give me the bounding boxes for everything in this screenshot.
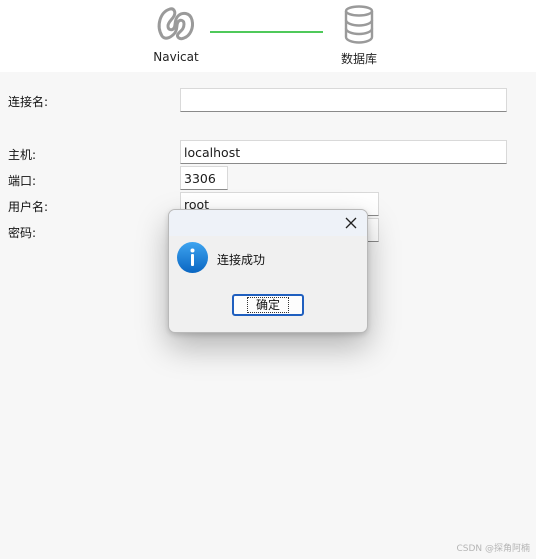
host-input[interactable] <box>180 140 507 164</box>
username-label: 用户名: <box>8 200 49 214</box>
connection-success-dialog: 连接成功 确定 <box>168 209 368 333</box>
password-label: 密码: <box>8 226 37 240</box>
navicat-node: Navicat <box>140 4 212 64</box>
navicat-label: Navicat <box>153 50 199 64</box>
new-connection-window: Navicat 数据库 连接名: 主机: 端口: 用户名: 密码: <box>0 0 536 559</box>
connection-header: Navicat 数据库 <box>0 0 536 72</box>
connection-name-label: 连接名: <box>8 95 49 109</box>
port-input[interactable] <box>180 166 228 190</box>
watermark: CSDN @探角阿楠 <box>456 544 530 554</box>
connection-name-input[interactable] <box>180 88 507 112</box>
database-icon <box>344 5 374 44</box>
database-label: 数据库 <box>340 52 377 66</box>
dialog-close-button[interactable] <box>341 213 361 233</box>
port-label: 端口: <box>8 174 37 188</box>
ok-button[interactable]: 确定 <box>232 294 304 316</box>
info-icon <box>177 242 208 273</box>
database-node: 数据库 <box>326 4 392 67</box>
ok-button-label: 确定 <box>246 297 289 313</box>
dialog-message: 连接成功 <box>217 253 266 267</box>
connection-line <box>210 31 323 33</box>
host-label: 主机: <box>8 148 37 162</box>
dialog-titlebar <box>169 210 367 236</box>
close-icon <box>345 217 357 229</box>
navicat-logo-icon <box>157 7 194 41</box>
